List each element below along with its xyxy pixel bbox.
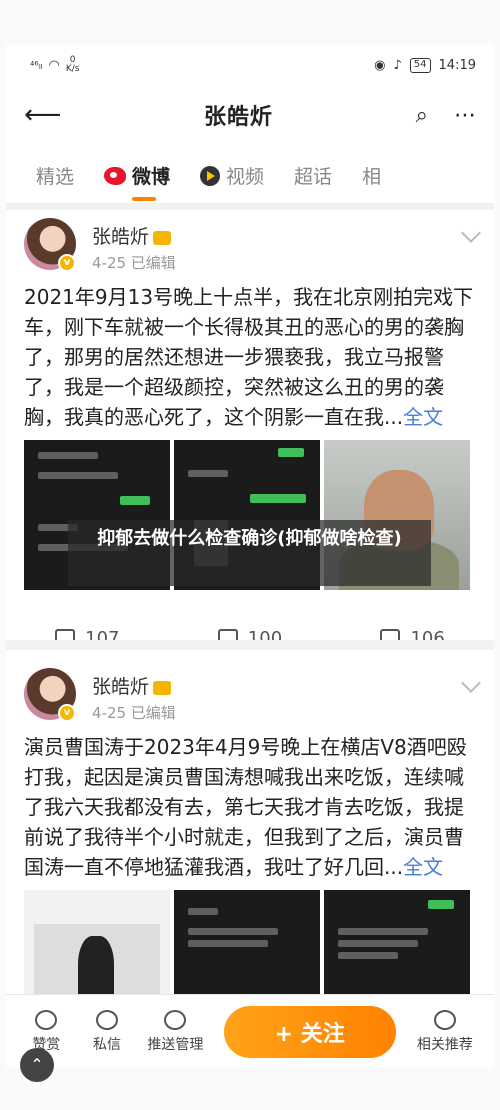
message-label: 私信 [92, 1036, 121, 1053]
chat-icon [95, 1009, 118, 1030]
tab-album[interactable]: 相 [332, 162, 381, 189]
profile-tabs: 精选 微博 视频 超话 相 [6, 148, 494, 204]
verified-badge-icon: v [58, 254, 76, 272]
more-icon[interactable]: ⋯ [454, 103, 476, 128]
follow-button[interactable]: + 关注 [223, 1005, 396, 1058]
username-text: 张皓炘 [92, 676, 150, 698]
tab-featured[interactable]: 精选 [6, 162, 74, 189]
crown-icon [153, 230, 172, 245]
battery-indicator: 54 [409, 57, 431, 73]
tab-weibo[interactable]: 微博 [74, 162, 171, 201]
profile-header: ⟵ 张皓炘 ⌕ ⋯ [6, 86, 494, 144]
push-label: 推送管理 [147, 1036, 204, 1053]
tab-label: 相 [362, 166, 382, 188]
video-icon [200, 165, 221, 186]
push-settings-button[interactable]: 推送管理 [137, 1009, 213, 1054]
crown-icon [153, 680, 172, 695]
read-more-link[interactable]: 全文 [403, 405, 443, 429]
caption-overlay: 抑郁去做什么检查确诊(抑郁做啥检查) [68, 520, 431, 586]
yuan-icon [35, 1009, 58, 1030]
post-actions: 107 100 106 [6, 608, 494, 668]
signal-indicator: ⁴⁶ₗₗ [30, 58, 43, 72]
tab-label: 微博 [132, 166, 171, 188]
post-meta: 4-25 已编辑 [92, 254, 176, 272]
post-username[interactable]: 张皓炘 [92, 222, 172, 249]
post-username[interactable]: 张皓炘 [92, 672, 172, 699]
post-text: 2021年9月13号晚上十点半，我在北京刚拍完戏下车，刚下车就被一个长得极其丑的… [6, 282, 494, 432]
read-more-link[interactable]: 全文 [403, 855, 443, 879]
back-arrow-icon[interactable]: ⟵ [24, 100, 61, 130]
post-meta: 4-25 已编辑 [92, 704, 176, 722]
tab-supertopic[interactable]: 超话 [264, 162, 332, 189]
divider [6, 640, 494, 650]
wifi-icon: ◠ [48, 57, 60, 73]
related-button[interactable]: 相关推荐 [406, 1009, 484, 1054]
tab-label: 视频 [226, 166, 265, 188]
message-button[interactable]: 私信 [77, 1009, 138, 1054]
chevron-up-icon [433, 1009, 456, 1030]
bell-icon [164, 1009, 187, 1030]
post-body: 演员曹国涛于2023年4月9号晚上在横店V8酒吧殴打我，起因是演员曹国涛想喊我出… [24, 735, 467, 879]
scroll-top-icon[interactable]: ⌃ [20, 1048, 54, 1082]
clock: 14:19 [438, 57, 476, 73]
verified-badge-icon: v [58, 704, 76, 722]
reward-button[interactable]: 赞赏 [16, 1009, 77, 1054]
chevron-down-icon[interactable] [461, 223, 481, 243]
post-text: 演员曹国涛于2023年4月9号晚上在横店V8酒吧殴打我，起因是演员曹国涛想喊我出… [6, 732, 494, 882]
screenshot-frame: ⁴⁶ₗₗ ◠ 0 K/s ◉ ♪ 54 14:19 ⟵ 张皓炘 ⌕ ⋯ 精选 微… [0, 0, 500, 1110]
weibo-icon [104, 166, 127, 185]
network-speed: 0 K/s [65, 55, 80, 74]
page-title: 张皓炘 [203, 105, 273, 130]
weibo-post[interactable]: v 张皓炘 4-25 已编辑 2021年9月13号晚上十点半，我在北京刚拍完戏下… [6, 212, 494, 668]
bottom-action-bar: 赞赏 私信 推送管理 + 关注 相关推荐 [6, 994, 494, 1068]
search-icon[interactable]: ⌕ [416, 103, 428, 128]
eye-icon: ◉ [374, 57, 386, 73]
tab-video[interactable]: 视频 [170, 162, 264, 189]
status-bar: ⁴⁶ₗₗ ◠ 0 K/s ◉ ♪ 54 14:19 [6, 44, 494, 86]
related-label: 相关推荐 [416, 1036, 473, 1053]
tab-label: 超话 [294, 166, 333, 188]
tab-label: 精选 [36, 166, 75, 188]
weibo-post[interactable]: v 张皓炘 4-25 已编辑 演员曹国涛于2023年4月9号晚上在横店V8酒吧殴… [6, 662, 494, 1040]
username-text: 张皓炘 [92, 226, 150, 248]
chevron-down-icon[interactable] [461, 673, 481, 693]
divider [6, 204, 494, 210]
mute-icon: ♪ [393, 57, 402, 73]
